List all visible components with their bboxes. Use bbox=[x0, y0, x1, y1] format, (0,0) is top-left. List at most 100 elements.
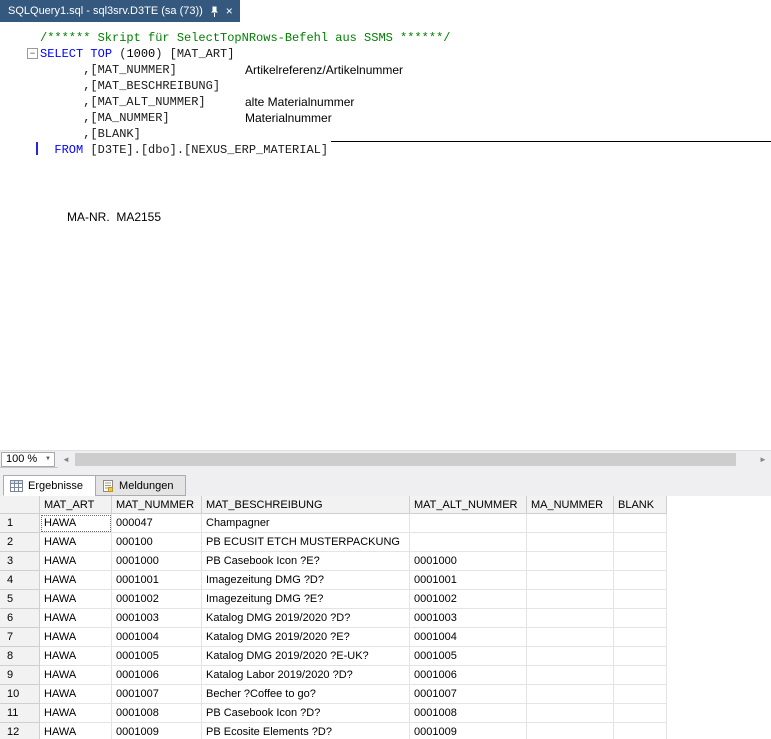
column-header-mat_nummer[interactable]: MAT_NUMMER bbox=[112, 496, 202, 514]
grid-cell[interactable] bbox=[614, 704, 667, 723]
grid-cell[interactable]: HAWA bbox=[40, 514, 112, 533]
grid-cell[interactable]: 000047 bbox=[112, 514, 202, 533]
row-header[interactable]: 11 bbox=[0, 704, 40, 723]
grid-cell[interactable] bbox=[614, 533, 667, 552]
column-header-ma_nummer[interactable]: MA_NUMMER bbox=[527, 496, 614, 514]
grid-cell[interactable] bbox=[614, 685, 667, 704]
grid-cell[interactable]: HAWA bbox=[40, 533, 112, 552]
row-header[interactable]: 1 bbox=[0, 514, 40, 533]
grid-cell[interactable]: 0001006 bbox=[112, 666, 202, 685]
grid-cell[interactable] bbox=[527, 723, 614, 739]
column-header-mat_beschreibung[interactable]: MAT_BESCHREIBUNG bbox=[202, 496, 410, 514]
row-header[interactable]: 10 bbox=[0, 685, 40, 704]
grid-cell[interactable]: HAWA bbox=[40, 704, 112, 723]
code-line[interactable]: FROM [D3TE].[dbo].[NEXUS_ERP_MATERIAL] bbox=[40, 142, 771, 158]
grid-cell[interactable] bbox=[614, 628, 667, 647]
grid-cell[interactable] bbox=[527, 647, 614, 666]
grid-cell[interactable]: HAWA bbox=[40, 647, 112, 666]
grid-cell[interactable]: 0001004 bbox=[112, 628, 202, 647]
grid-cell[interactable]: HAWA bbox=[40, 590, 112, 609]
code-line[interactable]: ,[MAT_BESCHREIBUNG] bbox=[40, 78, 771, 94]
grid-cell[interactable]: PB Casebook Icon ?D? bbox=[202, 704, 410, 723]
row-header[interactable]: 3 bbox=[0, 552, 40, 571]
grid-cell[interactable]: 0001007 bbox=[410, 685, 527, 704]
grid-cell[interactable]: Imagezeitung DMG ?D? bbox=[202, 571, 410, 590]
grid-cell[interactable]: 0001000 bbox=[112, 552, 202, 571]
grid-cell[interactable]: 0001000 bbox=[410, 552, 527, 571]
grid-cell[interactable] bbox=[527, 666, 614, 685]
row-header[interactable]: 4 bbox=[0, 571, 40, 590]
column-header-mat_art[interactable]: MAT_ART bbox=[40, 496, 112, 514]
grid-cell[interactable] bbox=[527, 514, 614, 533]
grid-cell[interactable]: HAWA bbox=[40, 609, 112, 628]
scroll-right-button[interactable]: ► bbox=[755, 451, 771, 468]
grid-cell[interactable]: 0001001 bbox=[410, 571, 527, 590]
code-line[interactable]: SELECT TOP (1000) [MAT_ART]− bbox=[40, 46, 771, 62]
grid-cell[interactable] bbox=[527, 685, 614, 704]
grid-cell[interactable] bbox=[614, 609, 667, 628]
grid-cell[interactable]: 0001002 bbox=[410, 590, 527, 609]
grid-cell[interactable] bbox=[527, 590, 614, 609]
row-header[interactable]: 5 bbox=[0, 590, 40, 609]
grid-cell[interactable]: 0001005 bbox=[112, 647, 202, 666]
h-scrollbar[interactable] bbox=[74, 451, 755, 468]
grid-cell[interactable] bbox=[614, 647, 667, 666]
row-header[interactable]: 12 bbox=[0, 723, 40, 739]
row-header[interactable]: 7 bbox=[0, 628, 40, 647]
grid-cell[interactable]: 0001005 bbox=[410, 647, 527, 666]
document-tab[interactable]: SQLQuery1.sql - sql3srv.D3TE (sa (73)) × bbox=[0, 0, 240, 22]
column-header-mat_alt_nummer[interactable]: MAT_ALT_NUMMER bbox=[410, 496, 527, 514]
sql-editor[interactable]: /****** Skript für SelectTopNRows-Befehl… bbox=[0, 22, 771, 450]
grid-cell[interactable]: Katalog Labor 2019/2020 ?D? bbox=[202, 666, 410, 685]
grid-cell[interactable] bbox=[527, 533, 614, 552]
row-header[interactable]: 8 bbox=[0, 647, 40, 666]
grid-cell[interactable] bbox=[614, 590, 667, 609]
grid-cell[interactable]: Katalog DMG 2019/2020 ?E-UK? bbox=[202, 647, 410, 666]
grid-cell[interactable] bbox=[614, 514, 667, 533]
grid-cell[interactable]: 0001009 bbox=[410, 723, 527, 739]
grid-cell[interactable]: 0001006 bbox=[410, 666, 527, 685]
grid-cell[interactable]: HAWA bbox=[40, 723, 112, 739]
grid-cell[interactable] bbox=[410, 533, 527, 552]
grid-cell[interactable]: PB Ecosite Elements ?D? bbox=[202, 723, 410, 739]
column-header-blank[interactable]: BLANK bbox=[614, 496, 667, 514]
grid-cell[interactable]: PB ECUSIT ETCH MUSTERPACKUNG bbox=[202, 533, 410, 552]
grid-cell[interactable] bbox=[614, 552, 667, 571]
tab-meldungen[interactable]: Meldungen bbox=[95, 475, 186, 496]
grid-cell[interactable]: 000100 bbox=[112, 533, 202, 552]
grid-cell[interactable]: Becher ?Coffee to go? bbox=[202, 685, 410, 704]
grid-cell[interactable] bbox=[410, 514, 527, 533]
row-header[interactable]: 9 bbox=[0, 666, 40, 685]
scroll-left-button[interactable]: ◄ bbox=[58, 451, 74, 468]
grid-cell[interactable] bbox=[614, 571, 667, 590]
code-line[interactable]: ,[BLANK] bbox=[40, 126, 771, 142]
grid-cell[interactable]: 0001003 bbox=[410, 609, 527, 628]
grid-cell[interactable]: Katalog DMG 2019/2020 ?D? bbox=[202, 609, 410, 628]
code-line[interactable]: ,[MA_NUMMER]Materialnummer bbox=[40, 110, 771, 126]
code-line[interactable]: /****** Skript für SelectTopNRows-Befehl… bbox=[40, 30, 771, 46]
close-icon[interactable]: × bbox=[226, 5, 233, 17]
grid-cell[interactable] bbox=[614, 666, 667, 685]
code-area[interactable]: /****** Skript für SelectTopNRows-Befehl… bbox=[0, 22, 771, 158]
collapse-toggle-icon[interactable]: − bbox=[27, 48, 38, 59]
h-scrollbar-thumb[interactable] bbox=[75, 453, 736, 466]
row-header[interactable]: 2 bbox=[0, 533, 40, 552]
row-header[interactable]: 6 bbox=[0, 609, 40, 628]
code-line[interactable]: ,[MAT_NUMMER]Artikelreferenz/Artikelnumm… bbox=[40, 62, 771, 78]
grid-cell[interactable]: 0001001 bbox=[112, 571, 202, 590]
grid-cell[interactable]: Champagner bbox=[202, 514, 410, 533]
grid-cell[interactable] bbox=[614, 723, 667, 739]
grid-cell[interactable] bbox=[527, 552, 614, 571]
grid-cell[interactable]: 0001004 bbox=[410, 628, 527, 647]
grid-cell[interactable]: 0001002 bbox=[112, 590, 202, 609]
grid-cell[interactable] bbox=[527, 628, 614, 647]
pin-icon[interactable] bbox=[210, 6, 219, 17]
zoom-select[interactable]: 100 % ▼ bbox=[1, 452, 55, 467]
grid-corner-cell[interactable] bbox=[0, 496, 40, 514]
grid-cell[interactable]: 0001009 bbox=[112, 723, 202, 739]
code-line[interactable]: ,[MAT_ALT_NUMMER]alte Materialnummer bbox=[40, 94, 771, 110]
grid-cell[interactable]: HAWA bbox=[40, 666, 112, 685]
grid-cell[interactable]: HAWA bbox=[40, 685, 112, 704]
grid-cell[interactable]: 0001008 bbox=[410, 704, 527, 723]
grid-cell[interactable]: 0001007 bbox=[112, 685, 202, 704]
